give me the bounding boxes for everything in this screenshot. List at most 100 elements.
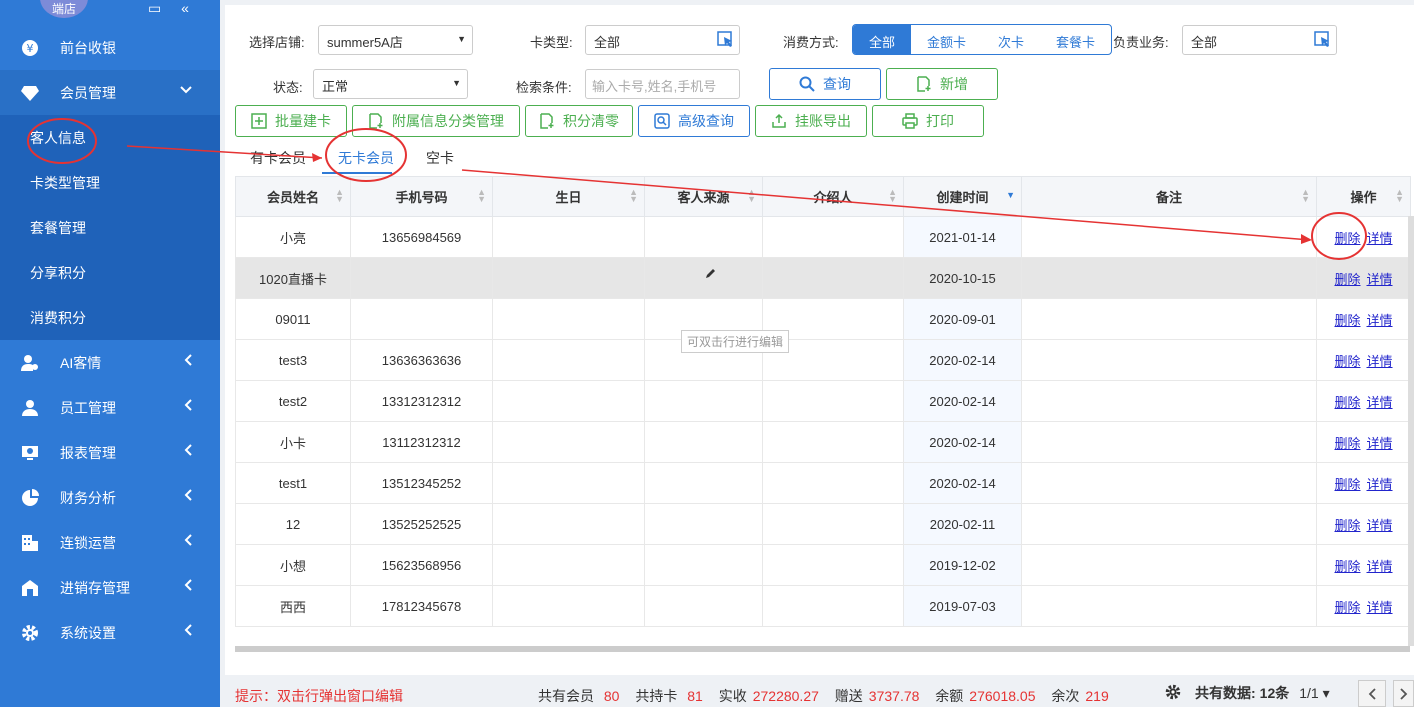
nav-label: 会员管理 bbox=[60, 84, 116, 101]
query-button[interactable]: 查询 bbox=[769, 68, 881, 100]
pay-mode-package-card[interactable]: 套餐卡 bbox=[1040, 25, 1111, 54]
card-type-select[interactable]: 全部 bbox=[585, 25, 740, 55]
cell-actions: 删除 详情 bbox=[1316, 216, 1411, 258]
tab-empty-card[interactable]: 空卡 bbox=[426, 148, 454, 168]
col-header-source[interactable]: 客人来源 ▲ ▼ bbox=[644, 176, 763, 217]
table-row[interactable]: 西西 17812345678 2019-07-03 删除 详情 bbox=[235, 585, 1411, 627]
pay-mode-all[interactable]: 全部 bbox=[853, 25, 912, 54]
cell-referrer bbox=[762, 503, 904, 545]
col-header-remark[interactable]: 备注 ▲ ▼ bbox=[1021, 176, 1317, 217]
sidebar: 端店 ▭ « ¥ 前台收银 会员管理 客人信息 卡类型管理 套餐管理 分享积分 … bbox=[0, 0, 220, 707]
nav-item-ai[interactable]: AI客情 bbox=[0, 340, 220, 385]
delete-link[interactable]: 删除 bbox=[1334, 231, 1360, 246]
pay-mode-times-card[interactable]: 次卡 bbox=[982, 25, 1040, 54]
edit-tooltip: 可双击行进行编辑 bbox=[681, 330, 790, 353]
delete-link[interactable]: 删除 bbox=[1334, 600, 1360, 615]
delete-link[interactable]: 删除 bbox=[1334, 477, 1360, 492]
svg-text:¥: ¥ bbox=[27, 42, 34, 55]
detail-link[interactable]: 详情 bbox=[1367, 313, 1393, 328]
nav-item-staff[interactable]: 员工管理 bbox=[0, 385, 220, 430]
chevron-left-icon bbox=[184, 354, 192, 369]
sub-item-card-type[interactable]: 卡类型管理 bbox=[0, 160, 220, 205]
vertical-scrollbar[interactable] bbox=[1408, 216, 1414, 646]
table-row[interactable]: 12 13525252525 2020-02-11 删除 详情 bbox=[235, 503, 1411, 545]
owner-select[interactable]: 全部 bbox=[1182, 25, 1337, 55]
table-row[interactable]: test3 13636363636 2020-02-14 删除 详情 bbox=[235, 339, 1411, 381]
sort-icon: ▲ ▼ bbox=[335, 187, 344, 204]
nav-item-member[interactable]: 会员管理 bbox=[0, 70, 220, 115]
export-debt-button[interactable]: 挂账导出 bbox=[755, 105, 867, 137]
table-row[interactable]: 小卡 13112312312 2020-02-14 删除 详情 bbox=[235, 421, 1411, 463]
cards-label: 共持卡 bbox=[635, 688, 678, 704]
settings-gear-icon[interactable] bbox=[1165, 684, 1181, 703]
sub-item-consume-points[interactable]: 消费积分 bbox=[0, 295, 220, 340]
detail-link[interactable]: 详情 bbox=[1367, 354, 1393, 369]
pay-mode-amount-card[interactable]: 金额卡 bbox=[911, 25, 982, 54]
nav-item-finance[interactable]: 财务分析 bbox=[0, 475, 220, 520]
detail-link[interactable]: 详情 bbox=[1367, 518, 1393, 533]
table-row[interactable]: 小想 15623568956 2019-12-02 删除 详情 bbox=[235, 544, 1411, 586]
nav-item-report[interactable]: 报表管理 bbox=[0, 430, 220, 475]
delete-link[interactable]: 删除 bbox=[1334, 313, 1360, 328]
detail-link[interactable]: 详情 bbox=[1367, 559, 1393, 574]
delete-link[interactable]: 删除 bbox=[1334, 354, 1360, 369]
nav-item-inventory[interactable]: 进销存管理 bbox=[0, 565, 220, 610]
detail-link[interactable]: 详情 bbox=[1367, 272, 1393, 287]
menu-icon[interactable]: ▭ bbox=[148, 0, 161, 17]
add-button[interactable]: 新增 bbox=[886, 68, 998, 100]
attach-category-button[interactable]: 附属信息分类管理 bbox=[352, 105, 520, 137]
table-row[interactable]: 1020直播卡 2020-10-15 删除 详情 bbox=[235, 257, 1411, 299]
horizontal-scrollbar[interactable] bbox=[235, 646, 1410, 652]
sub-item-guest-info[interactable]: 客人信息 bbox=[0, 115, 220, 160]
col-header-name[interactable]: 会员姓名 ▲ ▼ bbox=[235, 176, 351, 217]
table-row[interactable]: test1 13512345252 2020-02-14 删除 详情 bbox=[235, 462, 1411, 504]
delete-link[interactable]: 删除 bbox=[1334, 436, 1360, 451]
nav-item-cashier[interactable]: ¥ 前台收银 bbox=[0, 25, 220, 70]
chevron-left-icon bbox=[184, 579, 192, 594]
collapse-icon[interactable]: « bbox=[181, 0, 189, 16]
cell-actions: 删除 详情 bbox=[1316, 298, 1411, 340]
delete-link[interactable]: 删除 bbox=[1334, 395, 1360, 410]
status-select[interactable]: 正常 ▼ bbox=[313, 69, 468, 99]
detail-link[interactable]: 详情 bbox=[1367, 231, 1393, 246]
delete-link[interactable]: 删除 bbox=[1334, 559, 1360, 574]
page-select[interactable]: 1/1 ▾ bbox=[1299, 685, 1329, 702]
nav-label: AI客情 bbox=[60, 354, 102, 371]
col-header-referrer[interactable]: 介绍人 ▲ ▼ bbox=[762, 176, 904, 217]
col-header-phone[interactable]: 手机号码 ▲ ▼ bbox=[350, 176, 493, 217]
detail-link[interactable]: 详情 bbox=[1367, 395, 1393, 410]
col-header-created[interactable]: 创建时间 ▼ bbox=[903, 176, 1022, 217]
tab-cardless-members[interactable]: 无卡会员 bbox=[338, 148, 394, 168]
advanced-query-button[interactable]: 高级查询 bbox=[638, 105, 750, 137]
nav-item-settings[interactable]: 系统设置 bbox=[0, 610, 220, 655]
detail-link[interactable]: 详情 bbox=[1367, 477, 1393, 492]
prev-page-button[interactable] bbox=[1358, 680, 1386, 707]
cell-name: 小亮 bbox=[235, 216, 351, 258]
table-row[interactable]: 小亮 13656984569 2021-01-14 删除 详情 bbox=[235, 216, 1411, 258]
cell-remark bbox=[1021, 585, 1317, 627]
cell-birthday bbox=[492, 339, 645, 381]
table-row[interactable]: 09011 2020-09-01 删除 详情 bbox=[235, 298, 1411, 340]
batch-card-button[interactable]: 批量建卡 bbox=[235, 105, 347, 137]
print-button[interactable]: 打印 bbox=[872, 105, 984, 137]
print-label: 打印 bbox=[926, 113, 954, 129]
col-header-birthday[interactable]: 生日 ▲ ▼ bbox=[492, 176, 645, 217]
nav-item-chain[interactable]: 连锁运营 bbox=[0, 520, 220, 565]
sub-item-package[interactable]: 套餐管理 bbox=[0, 205, 220, 250]
tab-card-members[interactable]: 有卡会员 bbox=[250, 148, 306, 168]
upload-icon bbox=[771, 113, 787, 129]
delete-link[interactable]: 删除 bbox=[1334, 272, 1360, 287]
points-clear-button[interactable]: 积分清零 bbox=[525, 105, 633, 137]
table-row[interactable]: test2 13312312312 2020-02-14 删除 详情 bbox=[235, 380, 1411, 422]
next-page-button[interactable] bbox=[1393, 680, 1414, 707]
cell-birthday bbox=[492, 216, 645, 258]
cell-name: 12 bbox=[235, 503, 351, 545]
search-input[interactable]: 输入卡号,姓名,手机号 bbox=[585, 69, 740, 99]
sub-item-share-points[interactable]: 分享积分 bbox=[0, 250, 220, 295]
store-select[interactable]: summer5A店 ▼ bbox=[318, 25, 473, 55]
delete-link[interactable]: 删除 bbox=[1334, 518, 1360, 533]
detail-link[interactable]: 详情 bbox=[1367, 436, 1393, 451]
nav-label: 前台收银 bbox=[60, 39, 116, 56]
cell-actions: 删除 详情 bbox=[1316, 503, 1411, 545]
detail-link[interactable]: 详情 bbox=[1367, 600, 1393, 615]
